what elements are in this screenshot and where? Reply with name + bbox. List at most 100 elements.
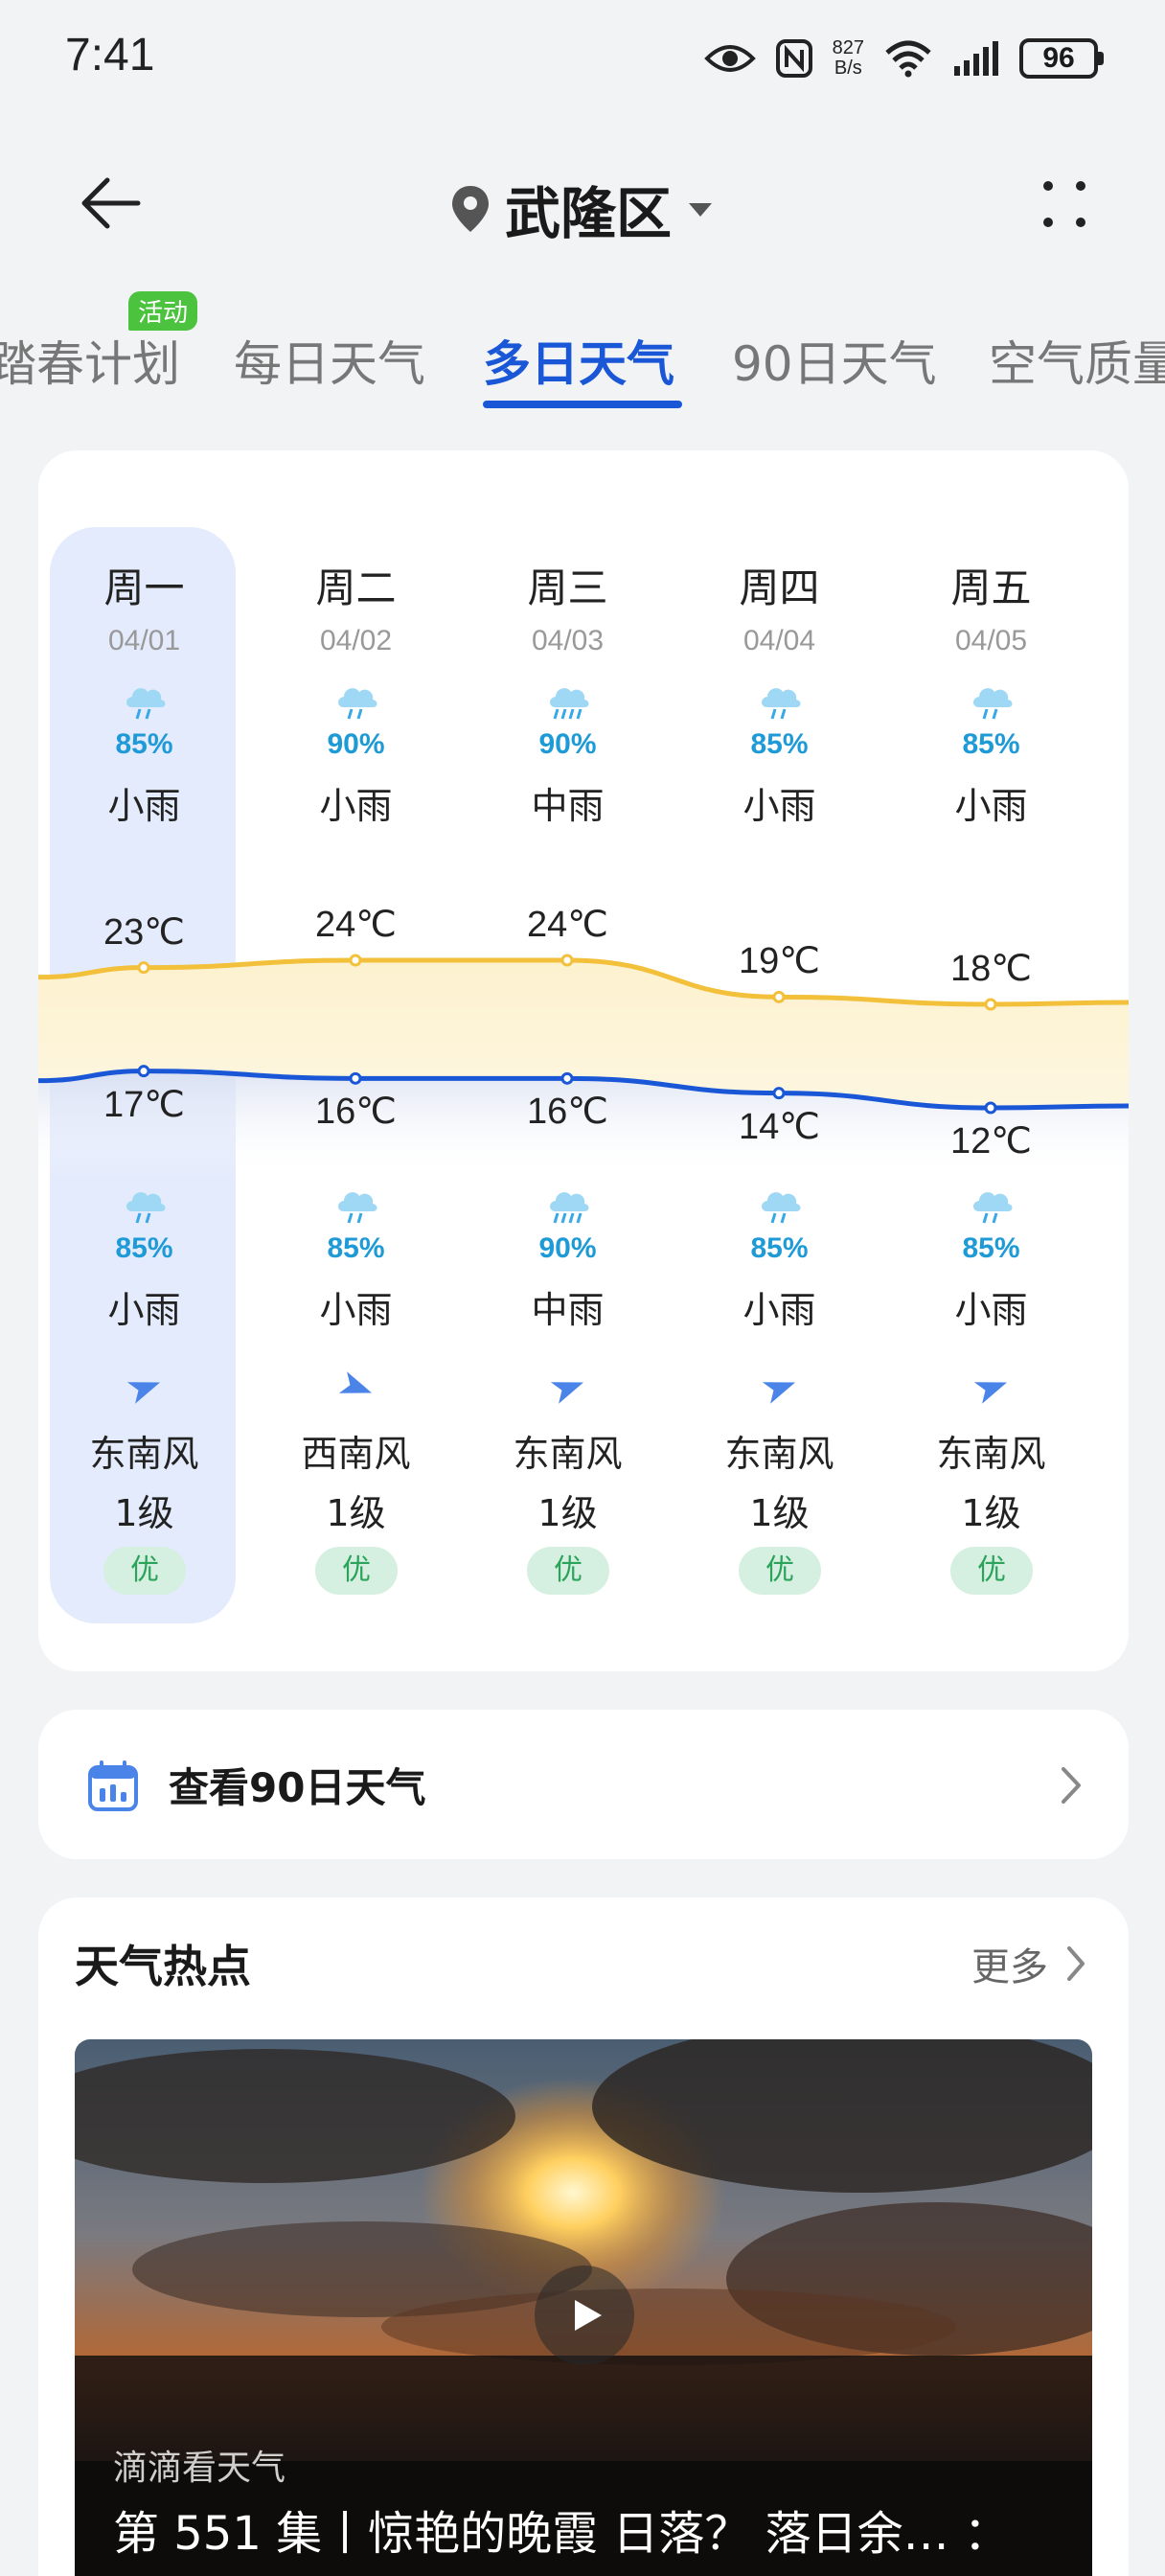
day-column[interactable]: 周四 04/04 85% 小雨 19℃ 14℃ 85% 小雨 东南风 1级优 — [674, 450, 885, 1671]
day-of-week: 周五 — [950, 564, 1032, 611]
calendar-icon — [88, 1760, 138, 1811]
day-column[interactable]: 周一 04/01 85% 小雨 23℃ 17℃ 85% 小雨 东南风 1级优 — [38, 450, 250, 1671]
net-speed-value: 827 — [832, 37, 864, 58]
wind-direction-icon — [126, 1382, 161, 1404]
weather-hot-topics-card: 天气热点 更多 滴滴看天气 第 551 集丨惊艳的晚霞 日落？ 落日余… ： — [38, 1898, 1129, 2576]
day-of-week: 周三 — [527, 564, 608, 611]
hot-topics-title: 天气热点 — [75, 1941, 251, 1992]
day-precip-chance: 85% — [750, 728, 809, 760]
wind-level: 1级 — [326, 1492, 386, 1534]
wind-level: 1级 — [961, 1492, 1021, 1534]
rain-icon — [973, 688, 1013, 720]
day-condition: 小雨 — [742, 785, 816, 827]
air-quality-badge: 优 — [315, 1547, 398, 1595]
rain-icon — [762, 688, 801, 720]
active-tab-underline — [483, 401, 682, 408]
air-quality-badge: 优 — [950, 1547, 1033, 1595]
wind-direction: 东南风 — [513, 1433, 623, 1475]
wind-direction: 东南风 — [936, 1433, 1046, 1475]
rain-icon — [762, 1192, 801, 1224]
more-dots-icon[interactable] — [1031, 171, 1098, 238]
high-temp: 24℃ — [527, 905, 608, 945]
wind-level: 1级 — [114, 1492, 174, 1534]
night-condition: 小雨 — [954, 1289, 1028, 1331]
net-speed: 827 B/s — [833, 38, 864, 79]
rain-icon — [973, 1192, 1013, 1224]
day-column[interactable]: 周三 04/03 90% 中雨 24℃ 16℃ 90% 中雨东南风 1级优 — [462, 450, 674, 1671]
wind-direction: 东南风 — [724, 1433, 834, 1475]
signal-icon — [954, 41, 998, 76]
tab-air-quality[interactable]: 空气质量 — [989, 326, 1165, 395]
rain-icon — [338, 688, 377, 720]
day-precip-chance: 85% — [962, 728, 1020, 760]
tab-90-day-weather[interactable]: 90日天气 — [732, 326, 937, 395]
video-source: 滴滴看天气 — [113, 2449, 286, 2488]
day-column[interactable]: 周五 04/05 85% 小雨 18℃ 12℃ 85% 小雨 东南风 1级优 — [885, 450, 1097, 1671]
low-temp: 16℃ — [315, 1092, 397, 1133]
tab-multi-day-weather[interactable]: 多日天气 — [483, 326, 674, 395]
high-temp: 19℃ — [739, 941, 820, 982]
air-quality-badge: 优 — [527, 1547, 609, 1595]
day-condition: 小雨 — [319, 785, 393, 827]
night-precip-chance: 85% — [750, 1232, 809, 1264]
view-90-day-row[interactable]: 查看90日天气 — [38, 1710, 1129, 1859]
rain-icon — [550, 1192, 589, 1224]
day-condition: 小雨 — [107, 785, 181, 827]
more-label: 更多 — [971, 1945, 1048, 1990]
play-icon — [575, 2300, 602, 2331]
day-of-week: 周二 — [315, 564, 397, 611]
wind-level: 1级 — [537, 1492, 598, 1534]
night-condition: 小雨 — [319, 1289, 393, 1331]
day-condition: 中雨 — [531, 785, 605, 827]
high-temp: 18℃ — [950, 949, 1032, 989]
video-card[interactable]: 滴滴看天气 第 551 集丨惊艳的晚霞 日落？ 落日余… ： — [75, 2039, 1092, 2576]
location-name: 武隆区 — [504, 181, 672, 246]
header: 武隆区 — [0, 134, 1165, 268]
day-date: 04/01 — [107, 625, 181, 656]
forecast-card: 周一 04/01 85% 小雨 23℃ 17℃ 85% 小雨 东南风 1级优 周二 04/02 90% 小… — [38, 450, 1129, 1671]
battery-icon: 96 — [1019, 38, 1104, 79]
night-precip-chance: 85% — [962, 1232, 1020, 1264]
night-precip-chance: 85% — [327, 1232, 385, 1264]
day-date: 04/03 — [531, 625, 605, 656]
night-condition: 小雨 — [107, 1289, 181, 1331]
night-condition: 小雨 — [742, 1289, 816, 1331]
eye-icon — [703, 45, 756, 72]
day-date: 04/05 — [954, 625, 1028, 656]
activity-badge: 活动 — [128, 291, 198, 331]
location-pin-icon — [451, 186, 489, 232]
low-temp: 14℃ — [739, 1106, 820, 1147]
dropdown-caret-icon — [689, 203, 712, 217]
status-time: 7:41 — [65, 30, 155, 80]
day-column[interactable]: 周二 04/02 90% 小雨 24℃ 16℃ 85% 小雨 西南风 1级优 — [250, 450, 462, 1671]
day-precip-chance: 85% — [115, 728, 173, 760]
night-precip-chance: 90% — [538, 1232, 597, 1264]
net-speed-unit: B/s — [834, 58, 862, 79]
view-90-day-label: 查看90日天气 — [169, 1764, 426, 1811]
chevron-right-icon — [1067, 1946, 1085, 1981]
wind-direction: 西南风 — [301, 1433, 411, 1475]
hot-topics-more-button[interactable]: 更多 — [971, 1936, 1090, 1991]
low-temp: 16℃ — [527, 1092, 608, 1133]
night-condition: 中雨 — [531, 1289, 605, 1331]
day-condition: 小雨 — [954, 785, 1028, 827]
tab-bar: 踏春计划 活动 每日天气 多日天气 90日天气 空气质量 — [0, 288, 1165, 412]
tab-spring-plan[interactable]: 踏春计划 — [0, 326, 180, 395]
wind-direction-icon — [762, 1382, 796, 1404]
rain-icon — [126, 688, 166, 720]
air-quality-badge: 优 — [739, 1547, 821, 1595]
wifi-icon — [885, 40, 931, 78]
tab-daily-weather[interactable]: 每日天气 — [234, 326, 425, 395]
air-quality-badge: 优 — [103, 1547, 186, 1595]
day-of-week: 周四 — [739, 564, 820, 611]
day-date: 04/02 — [319, 625, 393, 656]
play-button[interactable] — [535, 2266, 634, 2365]
high-temp: 24℃ — [315, 905, 397, 945]
day-precip-chance: 90% — [538, 728, 597, 760]
day-of-week: 周一 — [103, 564, 185, 611]
rain-icon — [126, 1192, 166, 1224]
night-precip-chance: 85% — [115, 1232, 173, 1264]
wind-direction-icon — [550, 1382, 584, 1404]
location-selector[interactable]: 武隆区 — [0, 169, 1165, 249]
status-bar: 7:41 827 B/s 96 — [0, 0, 1165, 115]
